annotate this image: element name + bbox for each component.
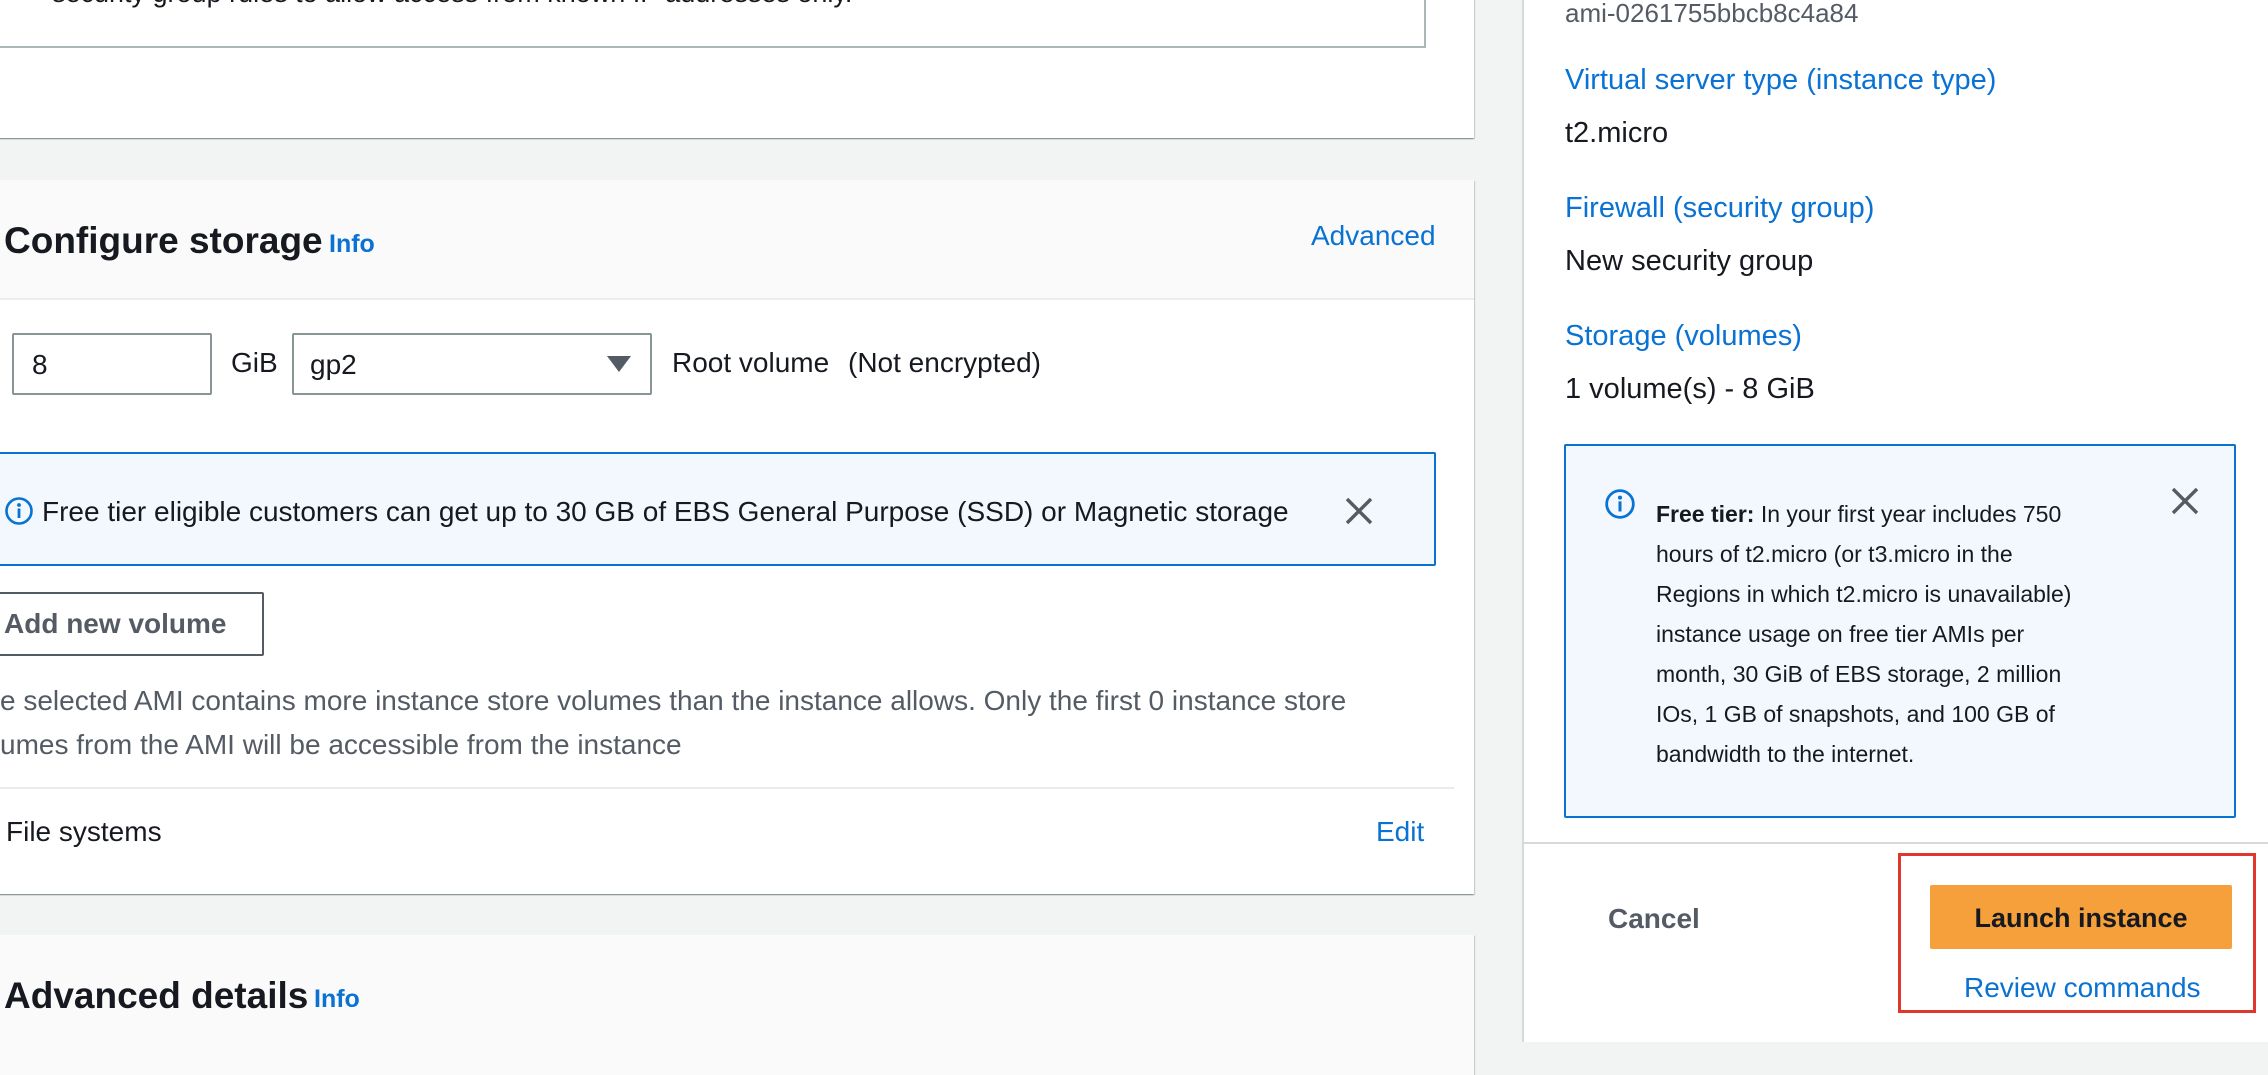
advanced-details-info-link[interactable]: Info [314, 985, 360, 1014]
free-tier-line: month, 30 GiB of EBS storage, 2 million [1656, 661, 2062, 687]
instance-type-link[interactable]: Virtual server type (instance type) [1565, 64, 1996, 97]
free-tier-bold: Free tier: [1656, 501, 1755, 527]
volume-type-value: gp2 [310, 349, 357, 380]
free-tier-line: IOs, 1 GB of snapshots, and 100 GB of [1656, 701, 2055, 727]
free-tier-info-box: Free tier: In your first year includes 7… [1564, 444, 2236, 818]
file-systems-label: File systems [6, 816, 162, 847]
info-circle-icon [5, 497, 33, 525]
add-new-volume-label: Add new volume [4, 608, 227, 639]
volume-size-input[interactable]: 8 [12, 333, 212, 395]
close-icon[interactable] [2170, 486, 2200, 516]
storage-title: Configure storage [4, 220, 323, 261]
close-icon[interactable] [1344, 496, 1374, 526]
storage-header: Configure storage Info Advanced [0, 180, 1474, 300]
storage-volumes-link[interactable]: Storage (volumes) [1565, 320, 1802, 353]
instance-type-value: t2.micro [1565, 117, 1669, 149]
encryption-status: (Not encrypted) [848, 347, 1041, 378]
advanced-details-panel: Advanced details Info [0, 935, 1474, 1075]
firewall-value: New security group [1565, 245, 1814, 277]
launch-instance-button[interactable]: Launch instance [1930, 885, 2232, 949]
storage-advanced-link[interactable]: Advanced [1311, 220, 1436, 252]
free-tier-line: bandwidth to the internet. [1656, 741, 1915, 767]
summary-footer-divider [1524, 842, 2268, 844]
volume-unit: GiB [231, 347, 278, 378]
add-new-volume-button[interactable]: Add new volume [0, 592, 264, 656]
volume-type-select[interactable]: gp2 [292, 333, 652, 395]
free-tier-line: instance usage on free tier AMIs per [1656, 621, 2025, 647]
instance-store-note-line1: e selected AMI contains more instance st… [0, 685, 1347, 716]
advanced-details-title[interactable]: Advanced details [4, 975, 308, 1017]
network-settings-panel: security group rules to allow access fro… [0, 0, 1474, 138]
caret-down-icon [607, 356, 631, 372]
free-tier-text: Free tier: In your first year includes 7… [1656, 494, 2136, 774]
volume-size-value: 8 [32, 349, 48, 380]
instance-store-note-line2: umes from the AMI will be accessible fro… [0, 729, 682, 760]
storage-volumes-value: 1 volume(s) - 8 GiB [1565, 373, 1815, 405]
ami-id: ami-0261755bbcb8c4a84 [1565, 0, 1859, 28]
free-tier-line: Regions in which t2.micro is unavailable… [1656, 581, 2072, 607]
info-circle-icon [1605, 489, 1635, 519]
firewall-link[interactable]: Firewall (security group) [1565, 192, 1874, 225]
security-group-warning: security group rules to allow access fro… [0, 0, 1426, 48]
storage-info-link[interactable]: Info [329, 230, 375, 259]
root-volume-label: Root volume [672, 347, 830, 378]
file-systems-edit-link[interactable]: Edit [1376, 816, 1424, 848]
summary-panel: ami-0261755bbcb8c4a84 Virtual server typ… [1522, 0, 2268, 1042]
launch-instance-label: Launch instance [1974, 903, 2188, 933]
free-tier-alert-text: Free tier eligible customers can get up … [42, 496, 1289, 527]
free-tier-alert: Free tier eligible customers can get up … [0, 452, 1436, 566]
configure-storage-panel: Configure storage Info Advanced 8 GiB gp… [0, 180, 1474, 894]
security-group-warning-text: security group rules to allow access fro… [52, 0, 852, 9]
review-commands-link[interactable]: Review commands [1964, 972, 2201, 1004]
free-tier-line: In your first year includes 750 [1760, 501, 2062, 527]
free-tier-line: hours of t2.micro (or t3.micro in the [1656, 541, 2013, 567]
file-systems-divider [0, 787, 1454, 789]
cancel-button[interactable]: Cancel [1608, 903, 1700, 935]
